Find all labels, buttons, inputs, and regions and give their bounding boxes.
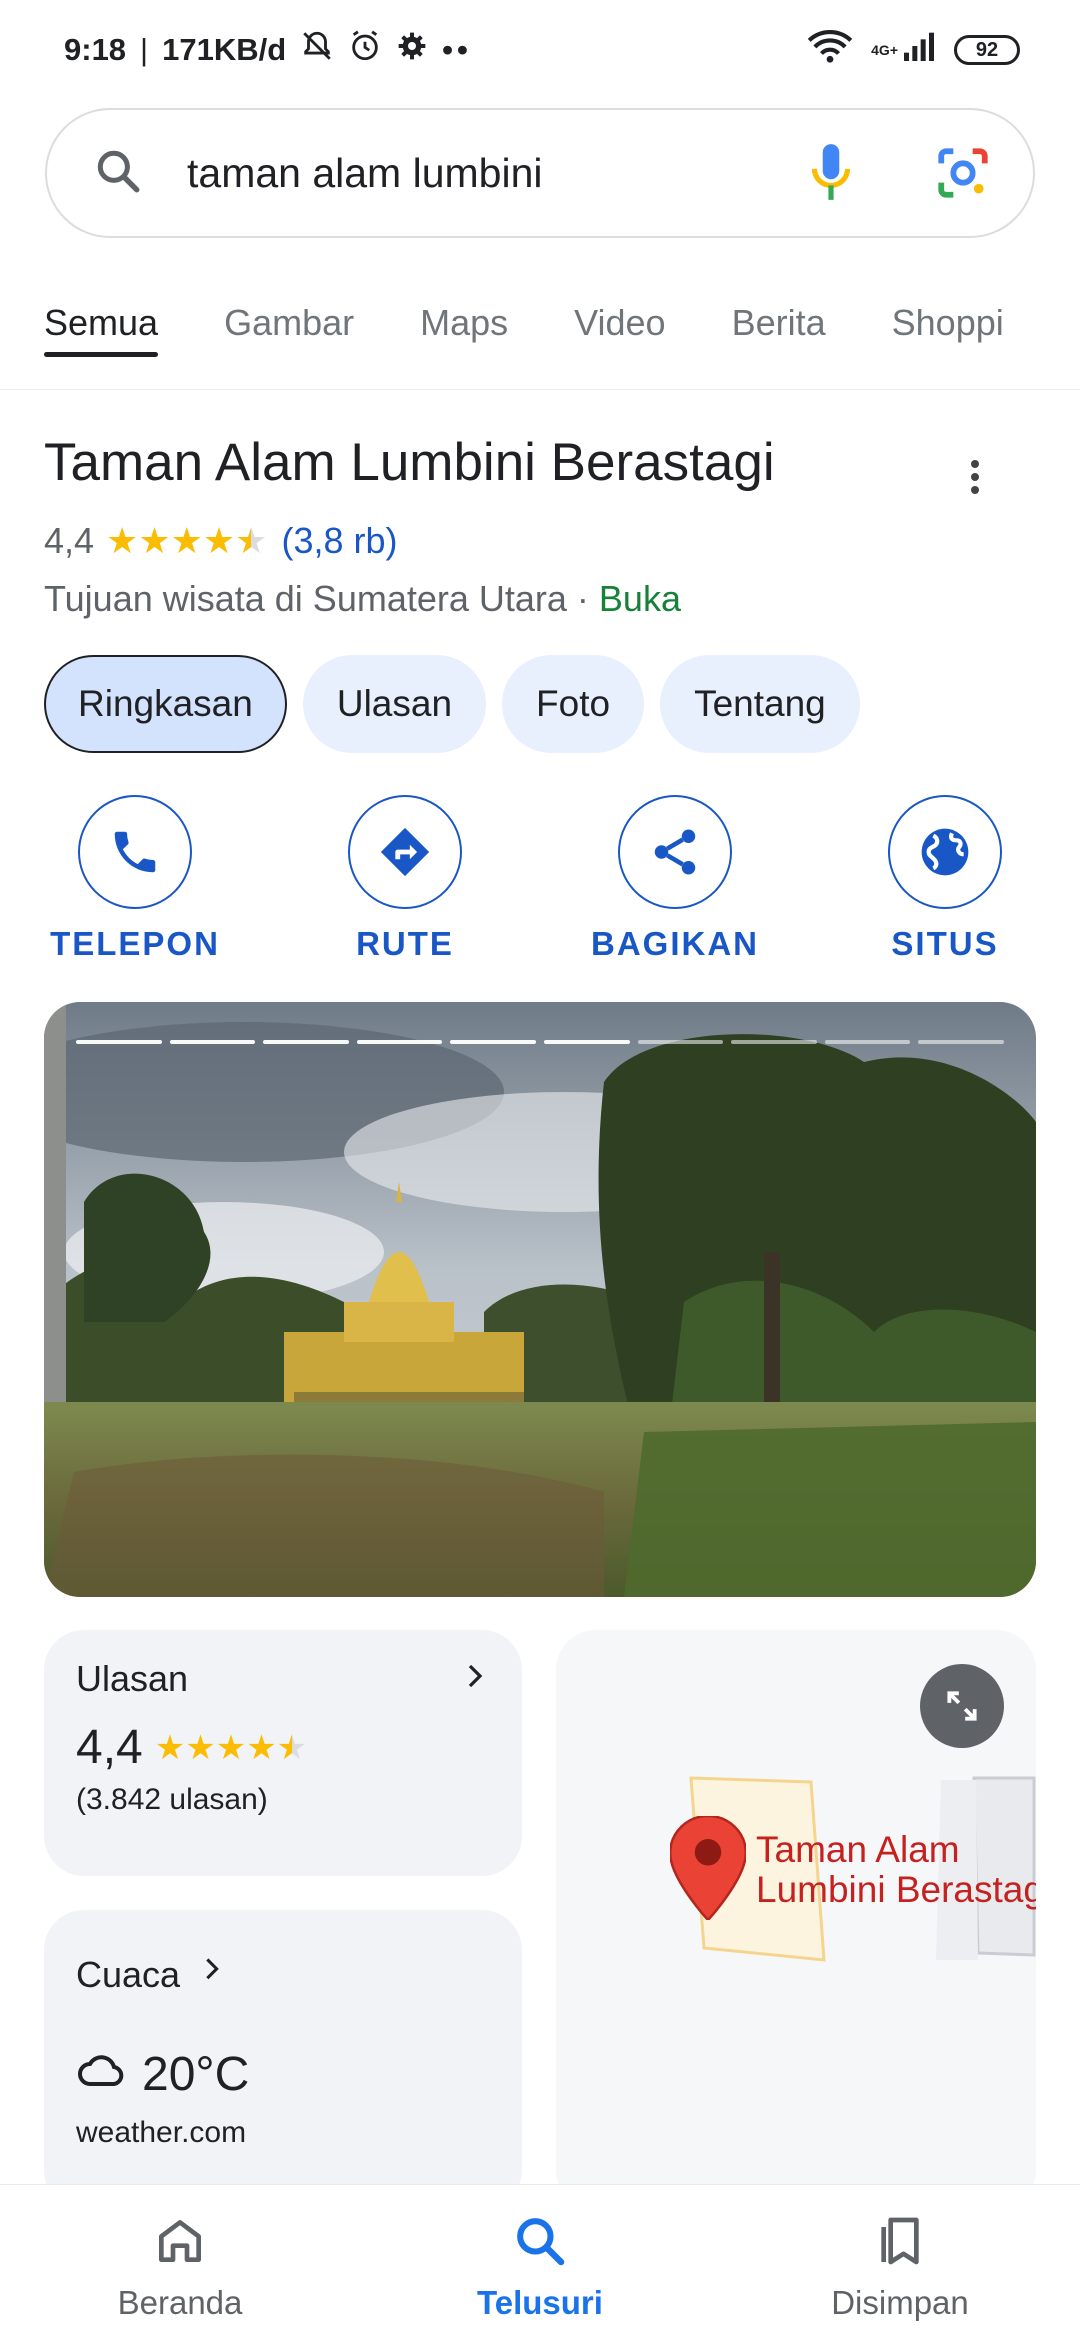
carousel-segment: [637, 1040, 724, 1044]
weather-heading: Cuaca: [76, 1953, 181, 1995]
reviews-card[interactable]: Ulasan 4,4 ★ ★ ★ ★ ★ (3.842 ulasan): [44, 1630, 522, 1876]
signal-icon: [902, 31, 936, 69]
bottom-navigation: Beranda Telusuri Disimpan: [0, 2184, 1080, 2340]
search-box[interactable]: taman alam lumbini: [45, 108, 1035, 238]
directions-label: RUTE: [356, 925, 454, 962]
map-card[interactable]: Taman Alam Lumbini Berastagi: [556, 1630, 1036, 2210]
share-label: BAGIKAN: [591, 925, 759, 962]
nav-disimpan[interactable]: Disimpan: [720, 2185, 1080, 2340]
reviews-count: (3.842 ulasan): [76, 1783, 268, 1816]
rating-stars: ★ ★ ★ ★ ★: [106, 520, 268, 561]
mute-bell-icon: [300, 29, 334, 71]
place-chips: Ringkasan Ulasan Foto Tentang: [44, 655, 860, 753]
chip-ringkasan[interactable]: Ringkasan: [44, 655, 287, 753]
chip-ulasan[interactable]: Ulasan: [302, 655, 487, 753]
nav-telusuri-label: Telusuri: [477, 2284, 603, 2321]
nav-telusuri[interactable]: Telusuri: [360, 2185, 720, 2340]
call-label: TELEPON: [50, 925, 220, 962]
place-photo[interactable]: [44, 1002, 1036, 1597]
rating-value: 4,4: [44, 520, 95, 561]
reviews-stars: ★ ★ ★ ★ ★: [154, 1728, 308, 1767]
place-category: Tujuan wisata di Sumatera Utara: [44, 578, 567, 619]
bookmarks-icon: [872, 2213, 928, 2274]
battery-indicator: 92: [954, 35, 1020, 65]
chevron-right-icon: [198, 1952, 226, 1997]
status-bar: 9:18 | 171KB/d •• 4G+ 92: [0, 0, 1080, 100]
website-button[interactable]: SITUS: [810, 795, 1080, 963]
reviews-rating: 4,4: [76, 1721, 143, 1774]
lens-icon[interactable]: [933, 143, 993, 203]
mic-icon[interactable]: [801, 143, 861, 203]
chip-tentang[interactable]: Tentang: [660, 655, 860, 753]
map-pin-icon[interactable]: [668, 1814, 748, 1925]
temple-landscape-image: [44, 1002, 1036, 1597]
more-dots-icon: ••: [442, 32, 472, 67]
chevron-right-icon: [460, 1658, 490, 1700]
action-row: TELEPON RUTE BAGIKAN SITUS: [0, 795, 1080, 963]
carousel-segment: [263, 1040, 349, 1044]
nav-beranda-label: Beranda: [117, 2284, 243, 2321]
photo-carousel-progress: [76, 1040, 1004, 1044]
nav-disimpan-label: Disimpan: [831, 2284, 969, 2321]
reviews-heading: Ulasan: [76, 1658, 189, 1699]
nav-beranda[interactable]: Beranda: [0, 2185, 360, 2340]
tab-shopping[interactable]: Shoppi: [892, 290, 1004, 370]
directions-icon: [348, 795, 462, 909]
place-rating-row[interactable]: 4,4 ★ ★ ★ ★ ★ (3,8 rb): [44, 520, 398, 562]
carousel-segment: [76, 1040, 162, 1044]
carousel-segment: [824, 1040, 911, 1044]
website-label: SITUS: [891, 925, 999, 962]
tab-maps[interactable]: Maps: [420, 290, 508, 370]
network-label: 4G+: [871, 42, 898, 58]
phone-icon: [78, 795, 192, 909]
status-time: 9:18: [64, 32, 127, 67]
wifi-icon: [807, 29, 853, 71]
gear-icon: [396, 30, 428, 70]
review-count-link[interactable]: (3,8 rb): [281, 520, 397, 562]
home-icon: [152, 2213, 208, 2274]
weather-card[interactable]: Cuaca 20°C weather.com: [44, 1910, 522, 2210]
cloud-icon: [76, 2047, 128, 2102]
search-input[interactable]: taman alam lumbini: [187, 150, 729, 197]
search-icon: [512, 2213, 568, 2274]
call-button[interactable]: TELEPON: [0, 795, 270, 963]
alarm-icon: [348, 29, 382, 71]
globe-icon: [888, 795, 1002, 909]
open-status: Buka: [598, 578, 681, 619]
map-place-label: Taman Alam Lumbini Berastagi: [756, 1829, 1036, 1910]
carousel-segment: [450, 1040, 536, 1044]
place-title: Taman Alam Lumbini Berastagi: [44, 433, 775, 492]
status-speed: 171KB/d: [162, 32, 287, 67]
carousel-segment: [543, 1040, 630, 1044]
search-tabs: Semua Gambar Maps Video Berita Shoppi: [0, 290, 1080, 390]
carousel-segment: [918, 1040, 1004, 1044]
place-subtitle: Tujuan wisata di Sumatera Utara · Buka: [44, 578, 681, 619]
weather-source: weather.com: [76, 2116, 247, 2149]
carousel-segment: [731, 1040, 817, 1044]
tab-gambar[interactable]: Gambar: [224, 290, 354, 370]
tab-semua[interactable]: Semua: [44, 290, 159, 370]
directions-button[interactable]: RUTE: [270, 795, 540, 963]
expand-map-button[interactable]: [920, 1664, 1004, 1748]
carousel-segment: [356, 1040, 443, 1044]
carousel-segment: [169, 1040, 256, 1044]
more-options-icon[interactable]: [955, 452, 995, 502]
weather-temperature: 20°C: [142, 2048, 250, 2101]
tab-video[interactable]: Video: [574, 290, 665, 370]
search-icon: [93, 146, 143, 201]
share-button[interactable]: BAGIKAN: [540, 795, 810, 963]
tab-berita[interactable]: Berita: [732, 290, 826, 370]
share-icon: [618, 795, 732, 909]
chip-foto[interactable]: Foto: [502, 655, 645, 753]
